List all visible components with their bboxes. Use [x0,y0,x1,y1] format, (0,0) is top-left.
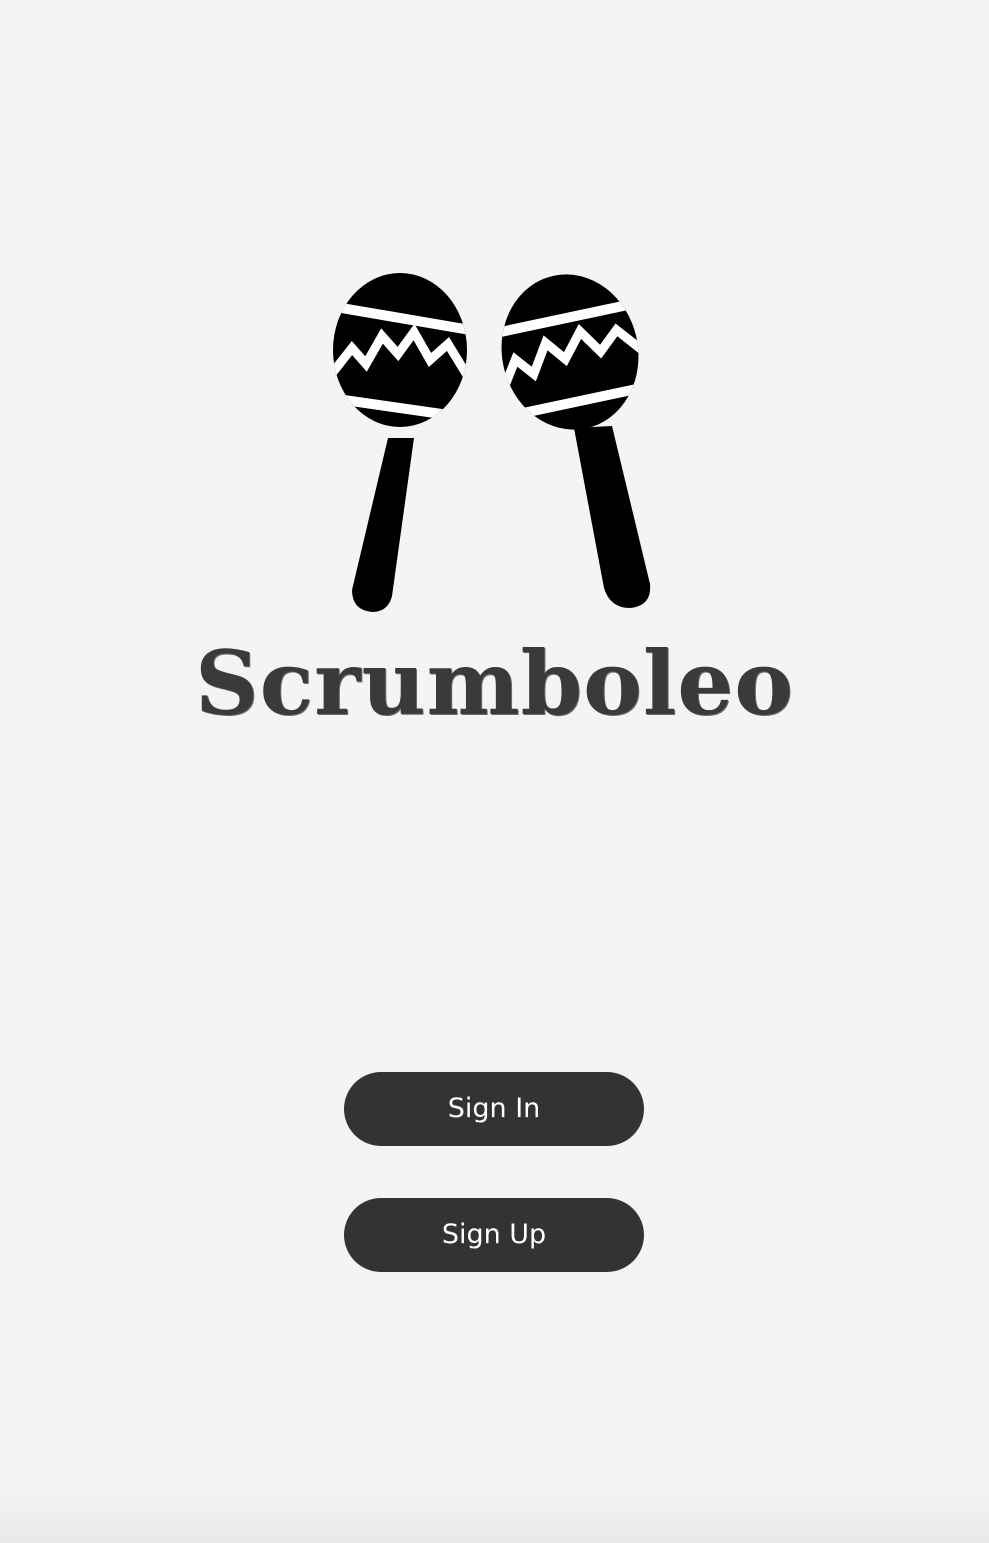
maracas-icon [333,273,653,612]
left-maraca [333,273,467,612]
sign-up-button[interactable]: Sign Up [344,1198,644,1272]
right-maraca [488,274,653,608]
app-title: Scrumboleo [195,631,794,735]
sign-in-button[interactable]: Sign In [344,1072,644,1146]
bottom-shadow [0,1483,989,1543]
